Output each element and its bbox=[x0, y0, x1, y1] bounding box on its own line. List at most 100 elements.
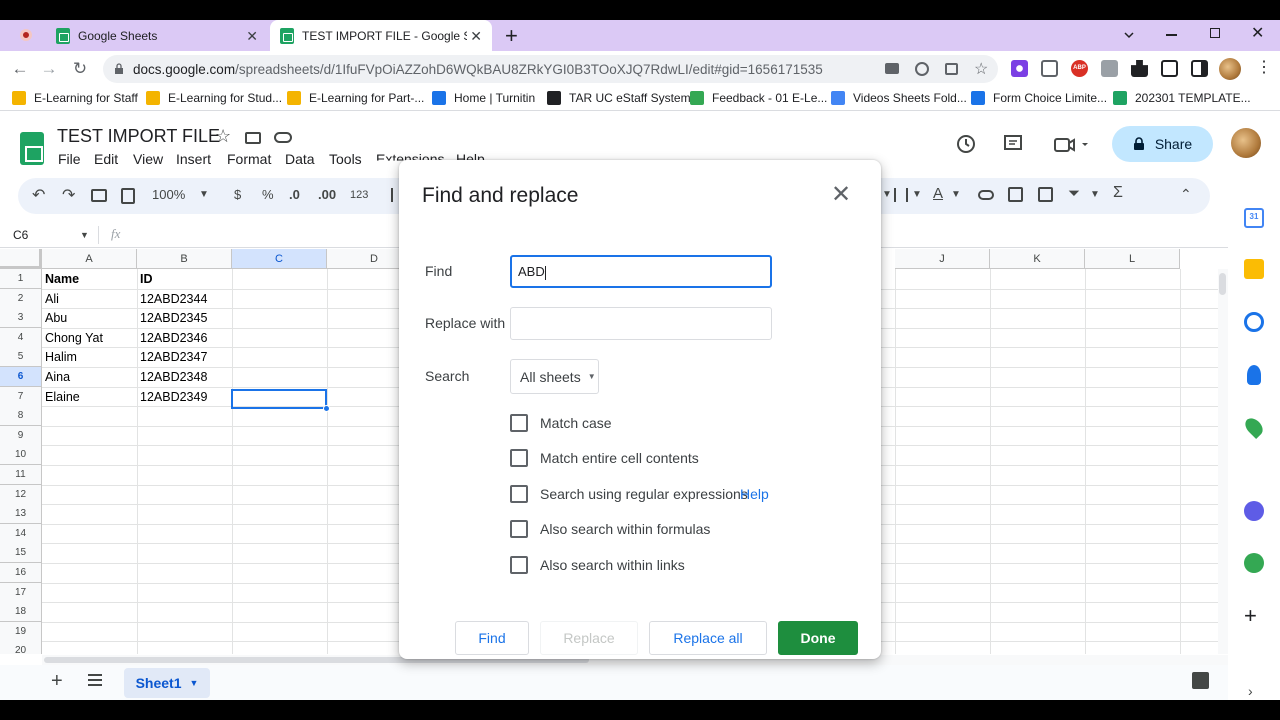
row-header[interactable]: 20 bbox=[0, 641, 42, 654]
vertical-scroll-thumb[interactable] bbox=[1219, 273, 1226, 295]
cloud-status-icon[interactable] bbox=[274, 132, 292, 143]
bookmark-item[interactable]: TAR UC eStaff System bbox=[547, 91, 691, 105]
extension-screen-icon[interactable] bbox=[1041, 60, 1058, 77]
color-dropdown-icon[interactable]: ▼ bbox=[951, 189, 961, 200]
version-history-icon[interactable] bbox=[956, 134, 976, 154]
add-sheet-icon[interactable]: + bbox=[51, 670, 63, 693]
row-header[interactable]: 11 bbox=[0, 465, 42, 485]
select-all-corner[interactable] bbox=[0, 249, 42, 269]
extension-color-icon[interactable] bbox=[1011, 60, 1028, 77]
row-header[interactable]: 2 bbox=[0, 288, 42, 309]
adblock-icon[interactable]: ABP bbox=[1071, 60, 1088, 77]
row-header[interactable]: 17 bbox=[0, 582, 42, 603]
filter-dropdown-icon[interactable]: ▼ bbox=[1090, 189, 1100, 200]
row-header[interactable]: 8 bbox=[0, 406, 42, 427]
bookmark-item[interactable]: E-Learning for Part-... bbox=[287, 91, 424, 105]
replace-input[interactable] bbox=[510, 307, 772, 340]
bookmark-item[interactable]: 202301 TEMPLATE... bbox=[1113, 91, 1251, 105]
collapse-menu-icon[interactable]: ⌃ bbox=[1180, 186, 1192, 203]
account-avatar[interactable] bbox=[1231, 128, 1261, 158]
bookmark-item[interactable]: Form Choice Limite... bbox=[971, 91, 1107, 105]
table-cell[interactable]: 12ABD2347 bbox=[137, 348, 207, 368]
back-icon[interactable]: ← bbox=[9, 58, 31, 80]
forward-icon[interactable]: → bbox=[38, 58, 60, 80]
selected-cell-c6[interactable] bbox=[231, 389, 327, 409]
align-dropdown-icon[interactable]: ▼ bbox=[882, 189, 892, 200]
sheet-tab-sheet1[interactable]: Sheet1 ▼ bbox=[124, 668, 210, 698]
move-folder-icon[interactable] bbox=[245, 132, 261, 144]
regex-help-link[interactable]: Help bbox=[740, 486, 769, 502]
regex-checkbox[interactable] bbox=[510, 485, 528, 503]
menu-file[interactable]: File bbox=[58, 151, 81, 167]
search-scope-select[interactable]: All sheets ▼ bbox=[510, 359, 599, 394]
keep-icon[interactable] bbox=[1244, 259, 1264, 279]
tasks-icon[interactable] bbox=[1244, 312, 1264, 332]
performance-icon[interactable] bbox=[915, 62, 929, 76]
sheet-tab-dropdown-icon[interactable]: ▼ bbox=[190, 678, 199, 688]
text-wrap-icon[interactable] bbox=[894, 188, 908, 202]
menu-view[interactable]: View bbox=[133, 151, 163, 167]
table-cell[interactable]: Halim bbox=[42, 348, 77, 368]
tab-google-sheets[interactable]: Google Sheets ✕ bbox=[46, 20, 268, 51]
column-header-j[interactable]: J bbox=[895, 249, 990, 269]
find-button[interactable]: Find bbox=[455, 621, 529, 655]
name-box[interactable]: C6 bbox=[13, 228, 28, 242]
zoom-select[interactable]: 100% bbox=[152, 187, 185, 202]
column-header-b[interactable]: B bbox=[137, 249, 232, 269]
row-header[interactable]: 6 bbox=[0, 367, 42, 387]
contacts-icon[interactable] bbox=[1247, 365, 1261, 385]
print-icon[interactable] bbox=[91, 189, 107, 202]
share-button[interactable]: Share bbox=[1112, 126, 1213, 162]
explore-icon[interactable] bbox=[1192, 672, 1209, 689]
match-case-checkbox[interactable] bbox=[510, 414, 528, 432]
get-addons-icon[interactable]: + bbox=[1244, 603, 1257, 629]
column-header-k[interactable]: K bbox=[990, 249, 1085, 269]
functions-icon[interactable]: Σ bbox=[1113, 184, 1123, 202]
filter-icon[interactable]: ⏷ bbox=[1068, 185, 1080, 202]
table-cell[interactable]: 12ABD2348 bbox=[137, 368, 207, 388]
row-header[interactable]: 19 bbox=[0, 621, 42, 642]
header-cell[interactable]: Name bbox=[42, 270, 79, 290]
browser-menu-icon[interactable]: ⋮ bbox=[1256, 57, 1272, 77]
comments-icon[interactable] bbox=[1003, 134, 1023, 154]
number-format-button[interactable]: 123 bbox=[350, 189, 368, 201]
reload-icon[interactable]: ↻ bbox=[69, 58, 91, 80]
replace-button[interactable]: Replace bbox=[540, 621, 638, 655]
row-header[interactable]: 14 bbox=[0, 523, 42, 544]
row-header[interactable]: 12 bbox=[0, 484, 42, 505]
restore-icon[interactable] bbox=[1210, 28, 1220, 38]
insert-link-icon[interactable] bbox=[978, 190, 994, 200]
bookmark-item[interactable]: Feedback - 01 E-Le... bbox=[690, 91, 827, 105]
row-header[interactable]: 5 bbox=[0, 347, 42, 368]
tab-test-import-file[interactable]: TEST IMPORT FILE - Google Shee ✕ bbox=[270, 20, 492, 51]
zoom-dropdown-icon[interactable]: ▼ bbox=[199, 189, 209, 200]
column-header-c[interactable]: C bbox=[232, 249, 327, 269]
bookmark-item[interactable]: Videos Sheets Fold... bbox=[831, 91, 967, 105]
table-cell[interactable]: Aina bbox=[42, 368, 70, 388]
show-side-panel-icon[interactable]: › bbox=[1248, 683, 1253, 699]
increase-decimal-button[interactable]: .00 bbox=[318, 187, 336, 202]
addon-icon[interactable] bbox=[1244, 501, 1264, 521]
row-header[interactable]: 18 bbox=[0, 602, 42, 623]
row-header[interactable]: 4 bbox=[0, 327, 42, 348]
addon-green-icon[interactable] bbox=[1244, 553, 1264, 573]
table-cell[interactable]: Elaine bbox=[42, 388, 80, 408]
paint-format-icon[interactable] bbox=[121, 188, 135, 204]
table-cell[interactable]: 12ABD2349 bbox=[137, 388, 207, 408]
table-cell[interactable]: Ali bbox=[42, 290, 59, 310]
puzzle-icon[interactable] bbox=[1131, 60, 1148, 77]
replace-all-button[interactable]: Replace all bbox=[649, 621, 767, 655]
bookmark-item[interactable]: E-Learning for Stud... bbox=[146, 91, 282, 105]
document-title[interactable]: TEST IMPORT FILE bbox=[57, 126, 220, 147]
bookmark-item[interactable]: Home | Turnitin bbox=[432, 91, 535, 105]
lock-icon[interactable] bbox=[114, 63, 124, 75]
decrease-decimal-button[interactable]: .0 bbox=[289, 187, 300, 202]
header-cell[interactable]: ID bbox=[137, 270, 153, 290]
insert-chart-icon[interactable] bbox=[1038, 187, 1053, 202]
all-sheets-icon[interactable] bbox=[88, 674, 102, 676]
wrap-dropdown-icon[interactable]: ▼ bbox=[912, 189, 922, 200]
camera-blocked-icon[interactable] bbox=[885, 63, 899, 74]
fill-handle[interactable] bbox=[323, 405, 330, 412]
record-icon[interactable] bbox=[20, 29, 32, 41]
tab-search-icon[interactable] bbox=[1123, 29, 1135, 41]
